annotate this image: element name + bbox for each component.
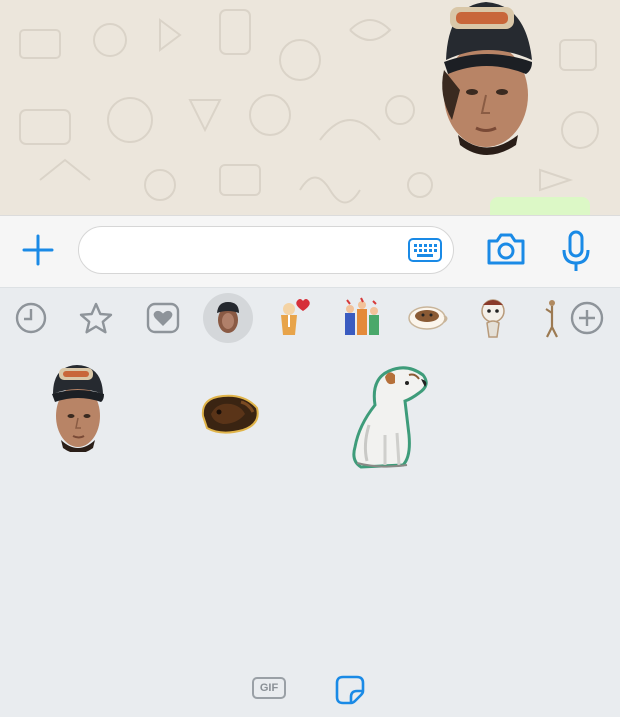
- face-sticker-icon: [217, 302, 239, 333]
- dog-curled-sticker[interactable]: [197, 390, 263, 436]
- sticker-pack-tabs: [0, 288, 620, 348]
- party-sticker-icon: [345, 297, 379, 335]
- microphone-icon[interactable]: [560, 230, 592, 274]
- sticker-tray: GIF: [0, 287, 620, 717]
- coffee-cup-sticker-icon: [408, 306, 448, 330]
- add-circle-icon: [570, 301, 604, 335]
- figure-sticker-icon: [545, 300, 558, 338]
- heart-icon: [146, 302, 180, 334]
- tab-add[interactable]: [565, 288, 609, 348]
- message-input-field[interactable]: [78, 226, 454, 275]
- plus-icon[interactable]: [20, 232, 56, 268]
- keyboard-icon[interactable]: [407, 237, 443, 263]
- chat-area: [0, 0, 620, 215]
- tab-custom-pack[interactable]: [203, 288, 253, 348]
- sent-face-cap-sticker[interactable]: [428, 0, 540, 155]
- camera-icon[interactable]: [485, 231, 527, 267]
- tab-heart[interactable]: [141, 288, 185, 348]
- tab-cuppy-love[interactable]: [271, 288, 315, 348]
- tab-favorites[interactable]: [74, 288, 118, 348]
- star-icon: [79, 302, 113, 334]
- tab-coffee[interactable]: [406, 288, 450, 348]
- cup-heart-sticker-icon: [281, 299, 310, 335]
- tab-recent[interactable]: [9, 288, 53, 348]
- dog-sitting-sticker[interactable]: [345, 365, 433, 473]
- gif-button[interactable]: GIF: [252, 677, 286, 699]
- message-input[interactable]: [95, 227, 399, 275]
- tray-bottom-bar: GIF: [0, 661, 620, 717]
- face-cap-sticker[interactable]: [47, 364, 107, 452]
- clock-icon: [15, 302, 47, 334]
- character-sticker-icon: [481, 299, 505, 338]
- tab-character[interactable]: [471, 288, 515, 348]
- tab-party[interactable]: [340, 288, 384, 348]
- message-bubble-peek: [490, 197, 590, 215]
- input-bar: [0, 215, 620, 288]
- sticker-icon[interactable]: [333, 673, 367, 707]
